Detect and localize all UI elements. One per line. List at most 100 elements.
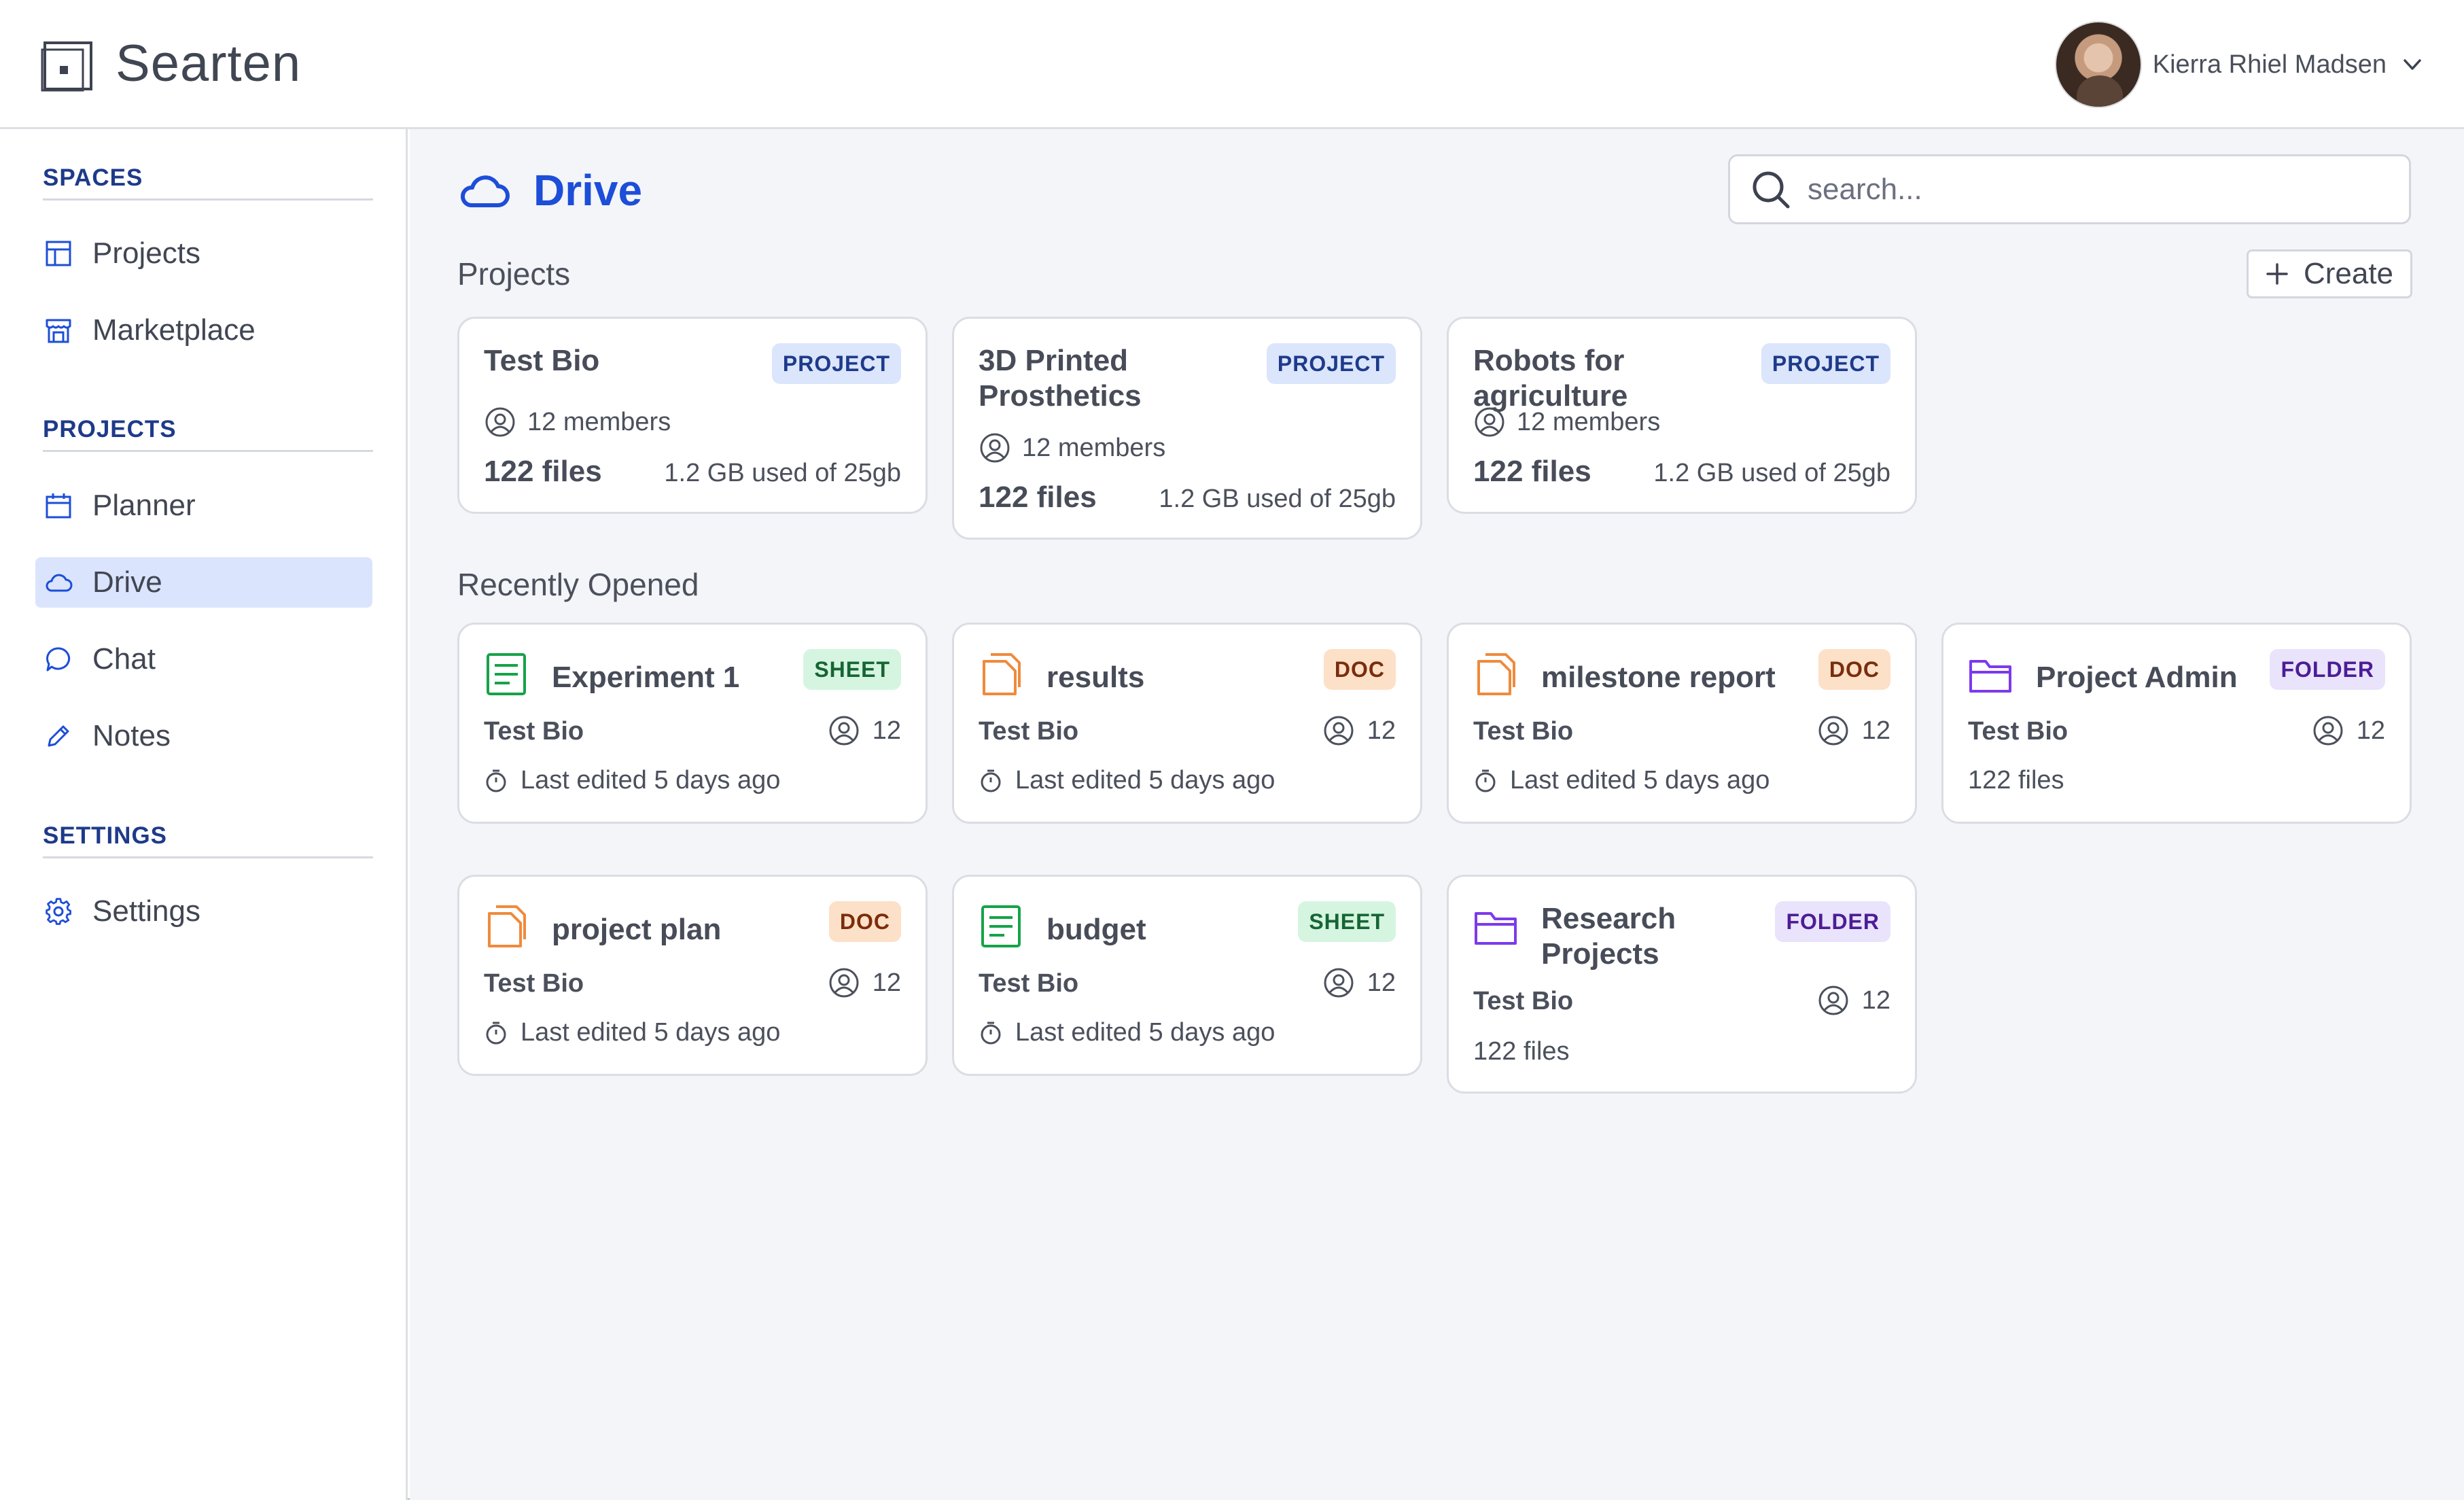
count-value: 12 xyxy=(1367,968,1396,997)
member-count: 12 xyxy=(828,966,901,999)
create-button-label: Create xyxy=(2303,257,2394,290)
type-badge: SHEET xyxy=(1298,901,1396,942)
sidebar-item-marketplace[interactable]: Marketplace xyxy=(35,305,372,355)
last-edited-text: Last edited 5 days ago xyxy=(1015,766,1275,795)
app-logo-icon xyxy=(41,41,92,92)
project-card[interactable]: Robots for agriculture PROJECT 12 member… xyxy=(1447,317,1917,514)
type-badge: FOLDER xyxy=(2270,649,2385,690)
file-name: budget xyxy=(1046,913,1146,946)
sidebar-item-label: Settings xyxy=(92,894,200,928)
timer-icon xyxy=(981,1022,1001,1044)
timer-icon xyxy=(981,769,1001,792)
create-button[interactable]: Create xyxy=(2247,249,2412,298)
count-value: 12 xyxy=(1861,716,1890,745)
section-divider xyxy=(43,198,373,200)
search-box[interactable] xyxy=(1728,154,2411,224)
user-circle-icon xyxy=(980,433,1010,463)
files-count: 122 files xyxy=(1473,455,1591,488)
user-circle-icon xyxy=(1475,407,1504,437)
file-name: results xyxy=(1046,661,1145,694)
member-count: 12 xyxy=(2312,714,2385,747)
owner-project: Test Bio xyxy=(484,717,584,746)
member-count: 12 xyxy=(1322,714,1396,747)
user-circle-icon xyxy=(1324,968,1354,998)
section-divider xyxy=(43,856,373,858)
last-edited: Last edited 5 days ago xyxy=(979,766,1275,795)
sidebar-item-drive[interactable]: Drive xyxy=(35,557,372,608)
members-count: 12 members xyxy=(1022,433,1166,462)
sidebar-item-projects[interactable]: Projects xyxy=(35,228,372,279)
sidebar: SPACES Projects Marketplace PROJECTS Pla… xyxy=(0,129,408,1500)
members-row: 12 members xyxy=(1473,406,1660,438)
user-name: Kierra Rhiel Madsen xyxy=(2152,50,2387,79)
storage-usage: 1.2 GB used of 25gb xyxy=(1653,459,1890,487)
sidebar-item-settings[interactable]: Settings xyxy=(35,886,372,937)
last-edited-text: Last edited 5 days ago xyxy=(1510,766,1770,795)
user-circle-icon xyxy=(1818,716,1848,746)
folder-name: Research Projects xyxy=(1541,902,1676,971)
owner-project: Test Bio xyxy=(484,969,584,998)
user-circle-icon xyxy=(485,407,515,437)
project-card[interactable]: Test Bio PROJECT 12 members 122 files 1.… xyxy=(457,317,928,514)
member-count: 12 xyxy=(1817,714,1890,747)
user-circle-icon xyxy=(2313,716,2343,746)
type-badge: PROJECT xyxy=(771,343,901,384)
file-card[interactable]: budget SHEET Test Bio 12 Last edited 5 d… xyxy=(952,875,1422,1076)
folder-file-count: 122 files xyxy=(1968,766,2064,795)
sidebar-section-spaces: SPACES xyxy=(43,164,143,191)
page-header: Drive xyxy=(457,163,642,217)
timer-icon xyxy=(486,769,506,792)
search-input[interactable] xyxy=(1808,172,2365,207)
file-card[interactable]: Experiment 1 SHEET Test Bio 12 Last edit… xyxy=(457,623,928,824)
count-value: 12 xyxy=(1861,986,1890,1015)
files-count: 122 files xyxy=(484,455,602,488)
type-badge: DOC xyxy=(1818,649,1890,690)
storage-usage: 1.2 GB used of 25gb xyxy=(1159,485,1396,513)
file-card[interactable]: milestone report DOC Test Bio 12 Last ed… xyxy=(1447,623,1917,824)
count-value: 12 xyxy=(1367,716,1396,745)
user-circle-icon xyxy=(1324,716,1354,746)
type-badge: DOC xyxy=(1323,649,1396,690)
folder-file-count: 122 files xyxy=(1473,1037,1570,1066)
sidebar-item-notes[interactable]: Notes xyxy=(35,711,372,761)
recent-section-title: Recently Opened xyxy=(457,567,699,602)
avatar[interactable] xyxy=(2054,21,2142,108)
folder-card[interactable]: Project Admin FOLDER Test Bio 12 122 fil… xyxy=(1941,623,2412,824)
cloud-icon xyxy=(46,574,73,592)
folder-card[interactable]: Research Projects FOLDER Test Bio 12 122… xyxy=(1447,875,1917,1094)
sidebar-item-label: Notes xyxy=(92,719,171,752)
members-row: 12 members xyxy=(979,432,1165,464)
owner-project: Test Bio xyxy=(1968,717,2069,746)
project-name: Test Bio xyxy=(484,344,600,377)
sidebar-section-settings: SETTINGS xyxy=(43,822,168,849)
sidebar-item-chat[interactable]: Chat xyxy=(35,634,372,684)
last-edited: Last edited 5 days ago xyxy=(484,766,780,795)
user-menu[interactable]: Kierra Rhiel Madsen xyxy=(2054,20,2423,109)
project-name: Robots for agriculture xyxy=(1473,344,1628,413)
gear-icon xyxy=(46,898,71,925)
document-icon xyxy=(1477,653,1515,695)
search-icon xyxy=(1753,171,1790,208)
project-name: 3D Printed Prosthetics xyxy=(979,344,1142,413)
spreadsheet-icon xyxy=(487,653,526,695)
plus-icon xyxy=(2266,263,2288,285)
calendar-icon xyxy=(46,493,71,519)
section-divider xyxy=(43,450,373,452)
owner-project: Test Bio xyxy=(1473,717,1574,746)
chat-icon xyxy=(46,647,71,671)
main-content: Drive Projects Create Test Bio PROJECT 1… xyxy=(410,129,2464,1500)
user-circle-icon xyxy=(829,716,859,746)
file-card[interactable]: project plan DOC Test Bio 12 Last edited… xyxy=(457,875,928,1076)
last-edited: Last edited 5 days ago xyxy=(979,1018,1275,1047)
user-circle-icon xyxy=(829,968,859,998)
last-edited: Last edited 5 days ago xyxy=(484,1018,780,1047)
project-card[interactable]: 3D Printed Prosthetics PROJECT 12 member… xyxy=(952,317,1422,540)
folder-name: Project Admin xyxy=(2036,661,2238,694)
chevron-down-icon[interactable] xyxy=(2401,54,2423,75)
members-row: 12 members xyxy=(484,406,671,438)
file-card[interactable]: results DOC Test Bio 12 Last edited 5 da… xyxy=(952,623,1422,824)
sidebar-item-planner[interactable]: Planner xyxy=(35,481,372,531)
owner-project: Test Bio xyxy=(979,717,1079,746)
timer-icon xyxy=(486,1022,506,1044)
count-value: 12 xyxy=(2356,716,2385,745)
